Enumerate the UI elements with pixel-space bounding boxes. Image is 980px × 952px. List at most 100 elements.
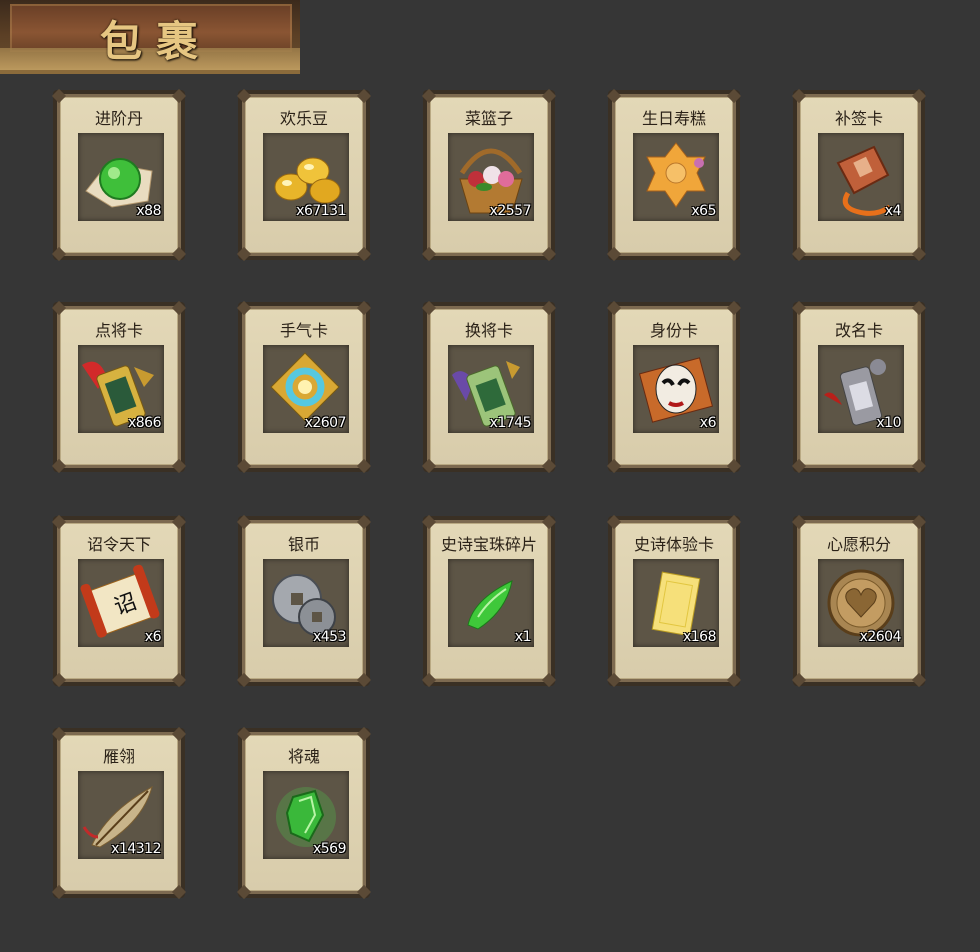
frame-corner-ornament <box>236 246 252 262</box>
frame-corner-ornament <box>421 246 437 262</box>
inventory-item-card[interactable]: 将魂 x569 <box>236 726 372 900</box>
item-name: 诏令天下 <box>86 535 151 554</box>
inventory-item-card[interactable]: 点将卡 x866 <box>51 300 187 474</box>
item-icon-slot[interactable]: x88 <box>78 133 164 221</box>
inventory-item-card[interactable]: 雁翎 x14312 <box>51 726 187 900</box>
item-count: x1 <box>514 629 532 645</box>
frame-corner-ornament <box>726 672 742 688</box>
item-count: x1745 <box>489 415 532 431</box>
frame-corner-ornament <box>236 88 252 104</box>
inventory-item-card[interactable]: 银币 x453 <box>236 514 372 688</box>
inventory-item-card[interactable]: 诏令天下诏 x6 <box>51 514 187 688</box>
frame-corner-ornament <box>171 88 187 104</box>
frame-corner-ornament <box>791 458 807 474</box>
item-icon-slot[interactable]: x65 <box>633 133 719 221</box>
item-card-frame: 改名卡 x10 <box>791 300 927 474</box>
frame-corner-ornament <box>171 884 187 900</box>
item-count: x6 <box>699 415 717 431</box>
frame-corner-ornament <box>171 672 187 688</box>
frame-corner-ornament <box>51 458 67 474</box>
item-name: 点将卡 <box>94 321 143 340</box>
frame-corner-ornament <box>726 458 742 474</box>
frame-corner-ornament <box>606 514 622 530</box>
item-icon-slot[interactable]: x6 <box>633 345 719 433</box>
frame-corner-ornament <box>356 514 372 530</box>
frame-corner-ornament <box>421 88 437 104</box>
inventory-item-card[interactable]: 史诗体验卡 x168 <box>606 514 742 688</box>
item-count: x2607 <box>304 415 347 431</box>
frame-corner-ornament <box>791 246 807 262</box>
item-card-frame: 换将卡 x1745 <box>421 300 557 474</box>
item-name: 雁翎 <box>102 747 135 766</box>
title-banner: 包裹 <box>0 0 300 74</box>
item-card-frame: 欢乐豆 x67131 <box>236 88 372 262</box>
frame-corner-ornament <box>541 246 557 262</box>
item-name: 改名卡 <box>834 321 883 340</box>
item-card-frame: 补签卡 x4 <box>791 88 927 262</box>
item-card-frame: 诏令天下诏 x6 <box>51 514 187 688</box>
item-count: x14312 <box>111 841 161 857</box>
frame-corner-ornament <box>236 672 252 688</box>
item-card-frame: 进阶丹 x88 <box>51 88 187 262</box>
item-card-frame: 史诗体验卡 x168 <box>606 514 742 688</box>
item-card-frame: 史诗宝珠碎片 x1 <box>421 514 557 688</box>
item-icon-slot[interactable]: x1745 <box>448 345 534 433</box>
frame-corner-ornament <box>606 246 622 262</box>
item-icon-slot[interactable]: x2607 <box>263 345 349 433</box>
frame-corner-ornament <box>356 458 372 474</box>
item-card-frame: 雁翎 x14312 <box>51 726 187 900</box>
item-icon-slot[interactable]: x866 <box>78 345 164 433</box>
item-card-frame: 心愿积分 x2604 <box>791 514 927 688</box>
frame-corner-ornament <box>51 514 67 530</box>
frame-corner-ornament <box>356 88 372 104</box>
item-card-frame: 点将卡 x866 <box>51 300 187 474</box>
item-icon-slot[interactable]: x4 <box>818 133 904 221</box>
frame-corner-ornament <box>911 246 927 262</box>
item-icon-slot[interactable]: x10 <box>818 345 904 433</box>
item-card-frame: 将魂 x569 <box>236 726 372 900</box>
inventory-item-card[interactable]: 进阶丹 x88 <box>51 88 187 262</box>
frame-corner-ornament <box>51 672 67 688</box>
item-count: x2557 <box>489 203 532 219</box>
item-card-frame: 菜篮子 x2557 <box>421 88 557 262</box>
page-title: 包裹 <box>100 17 213 66</box>
item-icon-slot[interactable]: 诏 x6 <box>78 559 164 647</box>
item-icon-slot[interactable]: x14312 <box>78 771 164 859</box>
item-icon-slot[interactable]: x2604 <box>818 559 904 647</box>
frame-corner-ornament <box>171 246 187 262</box>
item-count: x4 <box>884 203 902 219</box>
item-name: 心愿积分 <box>826 535 891 554</box>
item-count: x168 <box>682 629 717 645</box>
item-icon-slot[interactable]: x2557 <box>448 133 534 221</box>
frame-corner-ornament <box>791 300 807 316</box>
frame-corner-ornament <box>171 300 187 316</box>
inventory-item-card[interactable]: 菜篮子 x2557 <box>421 88 557 262</box>
frame-corner-ornament <box>356 246 372 262</box>
frame-corner-ornament <box>791 88 807 104</box>
inventory-item-card[interactable]: 身份卡 x6 <box>606 300 742 474</box>
item-icon-slot[interactable]: x67131 <box>263 133 349 221</box>
item-count: x2604 <box>859 629 902 645</box>
frame-corner-ornament <box>606 458 622 474</box>
frame-corner-ornament <box>541 458 557 474</box>
item-icon-slot[interactable]: x569 <box>263 771 349 859</box>
inventory-item-card[interactable]: 生日寿糕 x65 <box>606 88 742 262</box>
frame-corner-ornament <box>236 884 252 900</box>
frame-corner-ornament <box>51 300 67 316</box>
item-count: x65 <box>691 203 716 219</box>
inventory-item-card[interactable]: 手气卡 x2607 <box>236 300 372 474</box>
inventory-item-card[interactable]: 史诗宝珠碎片 x1 <box>421 514 557 688</box>
frame-corner-ornament <box>236 458 252 474</box>
item-icon-slot[interactable]: x168 <box>633 559 719 647</box>
inventory-item-card[interactable]: 欢乐豆 x67131 <box>236 88 372 262</box>
item-card-frame: 银币 x453 <box>236 514 372 688</box>
inventory-item-card[interactable]: 换将卡 x1745 <box>421 300 557 474</box>
item-icon-slot[interactable]: x1 <box>448 559 534 647</box>
inventory-item-card[interactable]: 改名卡 x10 <box>791 300 927 474</box>
item-icon-slot[interactable]: x453 <box>263 559 349 647</box>
frame-corner-ornament <box>421 514 437 530</box>
inventory-item-card[interactable]: 心愿积分 x2604 <box>791 514 927 688</box>
inventory-item-card[interactable]: 补签卡 x4 <box>791 88 927 262</box>
item-count: x453 <box>312 629 347 645</box>
frame-corner-ornament <box>541 88 557 104</box>
